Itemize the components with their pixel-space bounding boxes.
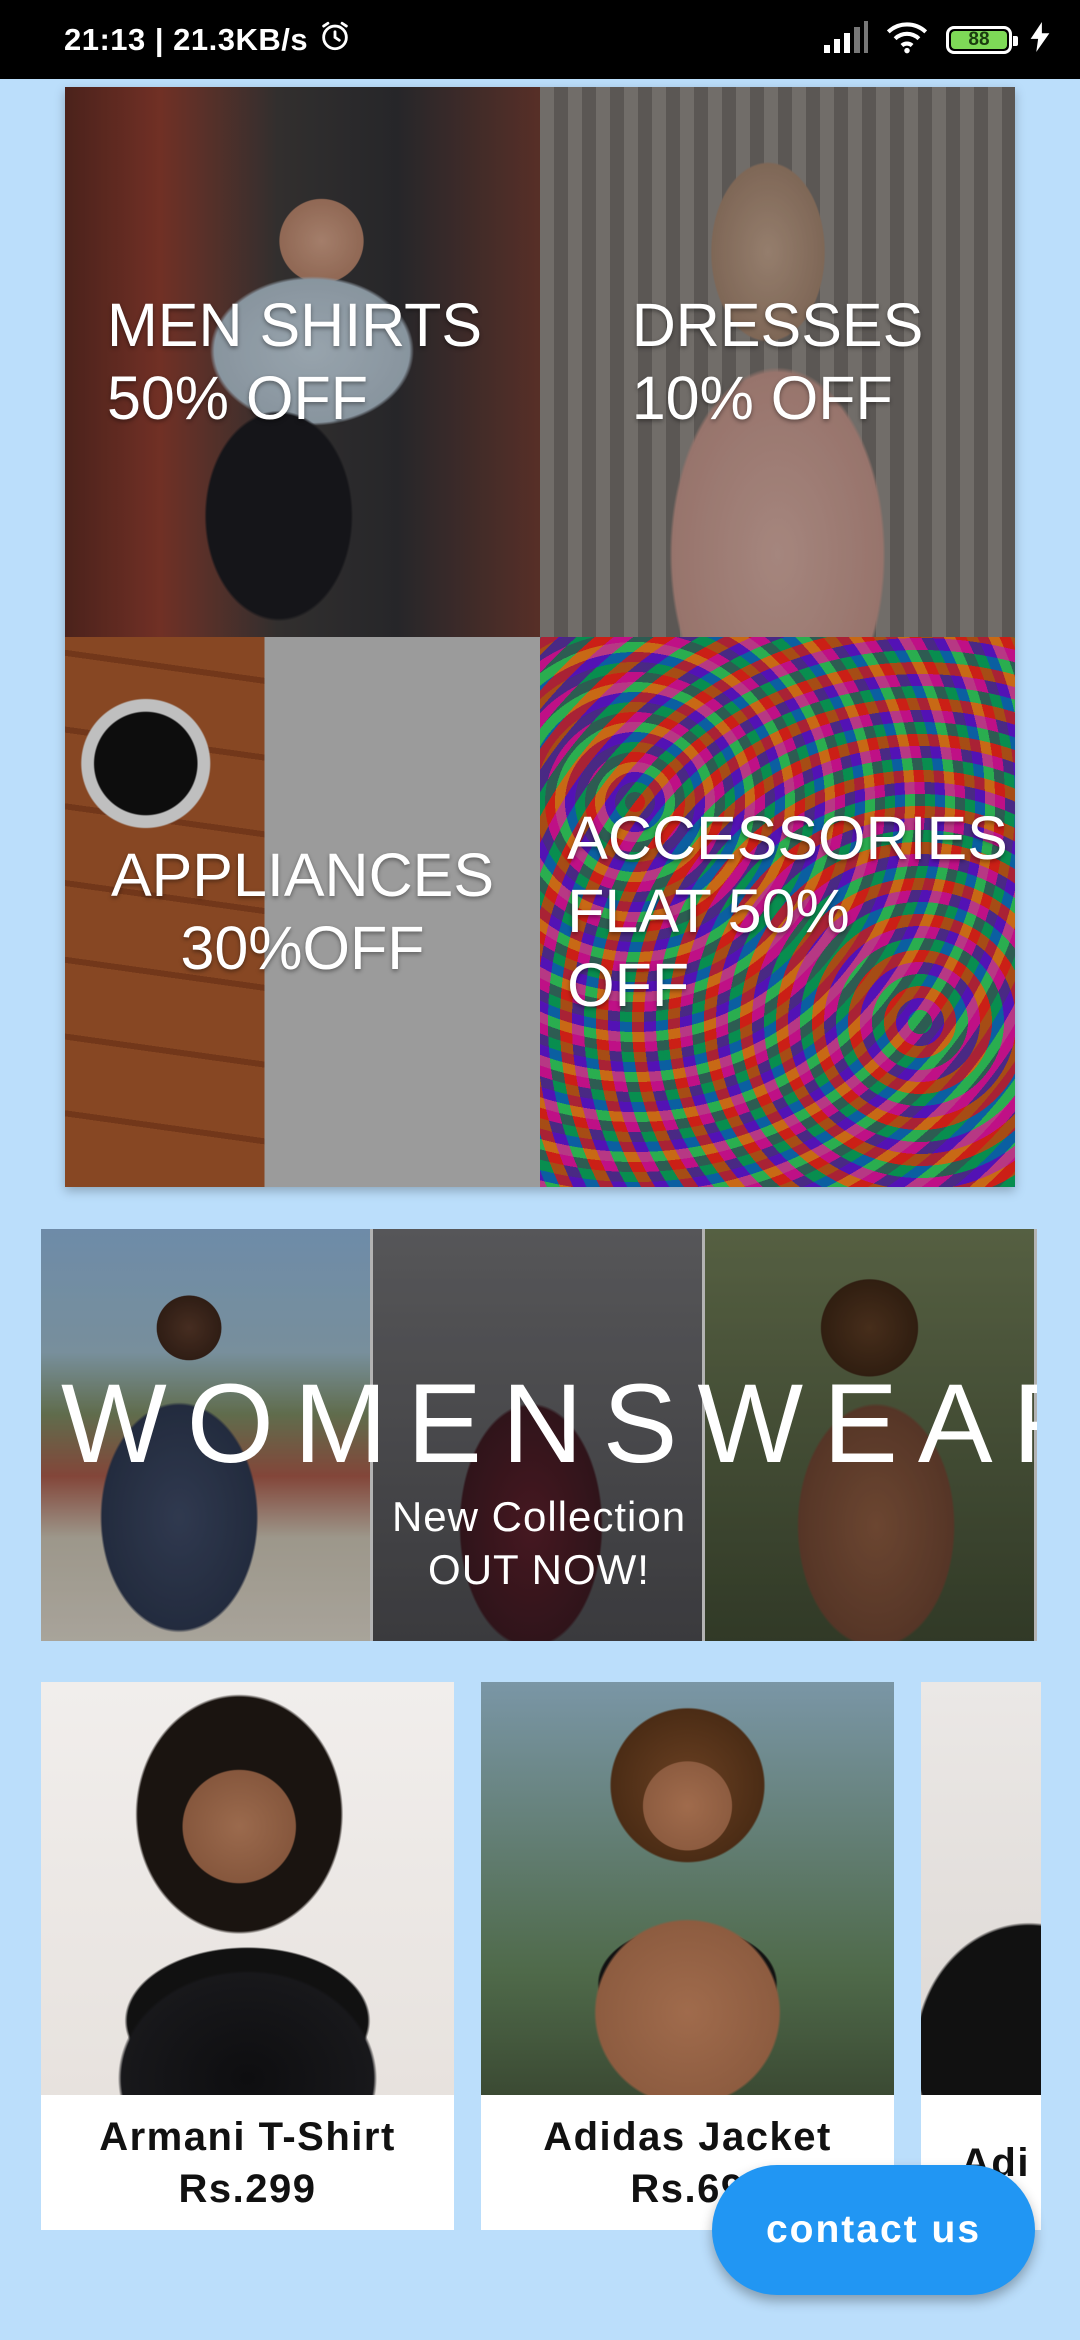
status-left: 21:13 | 21.3KB/s xyxy=(64,19,352,61)
battery-icon: 88 xyxy=(946,25,1018,54)
battery-level: 88 xyxy=(968,28,990,50)
contact-us-button[interactable]: contact us xyxy=(712,2165,1035,2295)
signal-icon xyxy=(824,21,868,58)
category-label: APPLIANCES 30%OFF xyxy=(110,840,495,982)
product-card[interactable]: Armani T-Shirt Rs.299 xyxy=(41,1682,454,2230)
product-name: Adidas Jacket xyxy=(543,2114,832,2159)
category-tile-accessories[interactable]: ACCESSORIES FLAT 50% OFF xyxy=(540,637,1015,1187)
product-card[interactable]: Adi xyxy=(921,1682,1041,2230)
category-tile-dresses[interactable]: DRESSES 10% OFF xyxy=(540,87,1015,637)
banner-subtitle: New Collection OUT NOW! xyxy=(391,1493,687,1593)
category-tile-appliances[interactable]: APPLIANCES 30%OFF xyxy=(65,637,540,1187)
banner-title: WOMENSWEAR xyxy=(61,1361,1037,1486)
wifi-icon xyxy=(886,20,928,59)
category-label: DRESSES 10% OFF xyxy=(631,290,924,432)
status-time: 21:13 | 21.3KB/s xyxy=(64,21,309,57)
product-image xyxy=(921,1682,1041,2095)
category-label: ACCESSORIES FLAT 50% OFF xyxy=(567,804,1008,1019)
product-info: Armani T-Shirt Rs.299 xyxy=(41,2095,454,2230)
product-image xyxy=(481,1682,894,2095)
product-card[interactable]: Adidas Jacket Rs.69 xyxy=(481,1682,894,2230)
product-name: Armani T-Shirt xyxy=(99,2114,396,2159)
womenswear-banner[interactable]: WOMENSWEAR New Collection OUT NOW! xyxy=(41,1229,1037,1641)
category-grid: MEN SHIRTS 50% OFF DRESSES 10% OFF APPLI… xyxy=(65,87,1015,1187)
product-image xyxy=(41,1682,454,2095)
alarm-icon xyxy=(318,19,352,61)
status-right: 88 xyxy=(824,20,1050,59)
product-carousel[interactable]: Armani T-Shirt Rs.299 Adidas Jacket Rs.6… xyxy=(41,1682,1080,2230)
category-label: MEN SHIRTS 50% OFF xyxy=(106,290,483,432)
charging-icon xyxy=(1030,22,1050,57)
status-bar: 21:13 | 21.3KB/s 88 xyxy=(0,0,1080,79)
category-tile-men-shirts[interactable]: MEN SHIRTS 50% OFF xyxy=(65,87,540,637)
product-price: Rs.299 xyxy=(178,2166,317,2211)
